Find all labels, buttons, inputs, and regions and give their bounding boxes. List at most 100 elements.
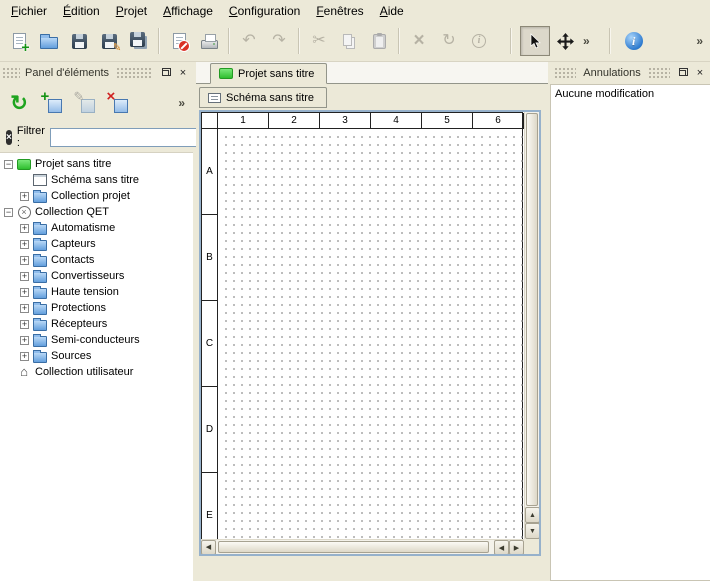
new-file-button[interactable] — [4, 26, 34, 56]
menu-aide[interactable]: Aide — [372, 1, 412, 21]
expander-icon[interactable]: + — [20, 256, 29, 265]
vertical-scrollbar[interactable]: ▲ ▼ — [524, 112, 539, 539]
close-button[interactable]: × — [692, 66, 708, 80]
rotate-button[interactable]: ↻ — [434, 26, 464, 56]
expander-icon[interactable]: + — [20, 192, 29, 201]
row-header: C — [202, 301, 217, 387]
element-info-button[interactable]: i — [464, 26, 494, 56]
tree-item-convertisseurs[interactable]: + Convertisseurs — [0, 268, 193, 284]
clear-filter-icon[interactable]: × — [6, 130, 12, 145]
info-gray-icon: i — [472, 34, 486, 48]
menu-edition[interactable]: Édition — [55, 1, 108, 21]
tree-item-collection-projet[interactable]: + Collection projet — [0, 188, 193, 204]
filter-input[interactable] — [50, 128, 200, 147]
tree-item-protections[interactable]: + Protections — [0, 300, 193, 316]
expander-icon[interactable]: + — [20, 352, 29, 361]
float-button[interactable] — [674, 66, 690, 80]
scroll-left-button[interactable]: ◀ — [201, 540, 216, 555]
cut-button[interactable]: ✂ — [304, 26, 334, 56]
float-button[interactable] — [157, 66, 173, 80]
dock-grip[interactable] — [554, 67, 576, 79]
elements-tree: − Projet sans titre Schéma sans titre + … — [0, 152, 193, 581]
horizontal-scrollbar[interactable]: ◀ ◀ ▶ — [201, 539, 524, 554]
tree-item-label: Projet sans titre — [35, 158, 111, 170]
tree-item-sources[interactable]: + Sources — [0, 348, 193, 364]
undo-button[interactable]: ↶ — [234, 26, 264, 56]
scroll-left-button-2[interactable]: ◀ — [494, 540, 509, 555]
menu-configuration[interactable]: Configuration — [221, 1, 308, 21]
tree-item-label: Haute tension — [51, 286, 119, 298]
tree-item-automatisme[interactable]: + Automatisme — [0, 220, 193, 236]
toolbar-overflow-chevron[interactable]: » — [580, 34, 593, 48]
save-button[interactable] — [64, 26, 94, 56]
menu-fenetres[interactable]: Fenêtres — [308, 1, 371, 21]
cut-icon: ✂ — [312, 33, 325, 49]
about-info-button[interactable]: i — [619, 26, 649, 56]
element-box-icon — [114, 99, 128, 113]
menu-fichier[interactable]: Fichier — [3, 1, 55, 21]
toolbar-overflow-right[interactable]: » — [693, 34, 706, 48]
copy-button[interactable] — [334, 26, 364, 56]
reload-collections-button[interactable]: ↻ — [4, 88, 34, 118]
dock-grip[interactable] — [116, 67, 153, 79]
expander-icon[interactable]: + — [20, 288, 29, 297]
close-file-button[interactable] — [164, 26, 194, 56]
close-file-icon — [173, 33, 186, 49]
tree-item-collection-utilisateur[interactable]: Collection utilisateur — [0, 364, 193, 380]
diagram-canvas[interactable]: 1 2 3 4 5 6 A B C D E — [201, 112, 523, 556]
expander-icon[interactable]: + — [20, 224, 29, 233]
redo-button[interactable]: ↷ — [264, 26, 294, 56]
tree-item-collection-qet[interactable]: − Collection QET — [0, 204, 193, 220]
delete-element-button[interactable]: × — [103, 88, 133, 118]
scroll-right-button[interactable]: ▶ — [509, 540, 524, 555]
tree-item-haute-tension[interactable]: + Haute tension — [0, 284, 193, 300]
save-all-button[interactable] — [124, 26, 154, 56]
info-blue-icon: i — [625, 32, 643, 50]
tree-item-schema-sans-titre[interactable]: Schéma sans titre — [0, 172, 193, 188]
close-icon: × — [697, 68, 703, 79]
expander-icon[interactable]: − — [4, 208, 13, 217]
tab-projet-sans-titre[interactable]: Projet sans titre — [210, 63, 327, 84]
horizontal-scrollbar-thumb[interactable] — [218, 541, 489, 553]
tab-schema-sans-titre[interactable]: Schéma sans titre — [199, 87, 327, 108]
dot-grid — [219, 130, 523, 556]
qelectrotech-window: Fichier Édition Projet Affichage Configu… — [0, 0, 710, 581]
open-file-button[interactable] — [34, 26, 64, 56]
tree-item-capteurs[interactable]: + Capteurs — [0, 236, 193, 252]
expander-icon[interactable]: + — [20, 304, 29, 313]
expander-icon[interactable]: + — [20, 240, 29, 249]
scroll-up-button[interactable]: ▲ — [525, 507, 540, 523]
panel-toolbar-overflow[interactable]: » — [178, 96, 185, 110]
undo-history-list[interactable]: Aucune modification — [550, 84, 710, 581]
expander-icon[interactable]: − — [4, 160, 13, 169]
delete-button[interactable]: × — [404, 26, 434, 56]
tree-item-projet-sans-titre[interactable]: − Projet sans titre — [0, 156, 193, 172]
paste-button[interactable] — [364, 26, 394, 56]
folder-icon — [33, 254, 47, 266]
expander-icon[interactable]: + — [20, 272, 29, 281]
move-tool-button[interactable] — [550, 26, 580, 56]
menu-affichage[interactable]: Affichage — [155, 1, 221, 21]
tree-item-contacts[interactable]: + Contacts — [0, 252, 193, 268]
menu-projet[interactable]: Projet — [108, 1, 155, 21]
column-header: 4 — [371, 113, 422, 129]
print-button[interactable] — [194, 26, 224, 56]
close-button[interactable]: × — [175, 66, 191, 80]
vertical-scrollbar-thumb[interactable] — [526, 113, 538, 506]
scroll-down-button[interactable]: ▼ — [525, 523, 540, 539]
dock-grip[interactable] — [648, 67, 670, 79]
menu-bar: Fichier Édition Projet Affichage Configu… — [0, 0, 710, 21]
save-as-button[interactable]: ✎ — [94, 26, 124, 56]
new-element-button[interactable]: + — [37, 88, 67, 118]
select-tool-button[interactable] — [520, 26, 550, 56]
tree-item-semi-conducteurs[interactable]: + Semi-conducteurs — [0, 332, 193, 348]
dock-grip[interactable] — [2, 67, 20, 79]
project-icon — [17, 158, 31, 170]
rotate-icon: ↻ — [442, 33, 455, 49]
expander-icon[interactable]: + — [20, 320, 29, 329]
expander-icon[interactable]: + — [20, 336, 29, 345]
schema-tab-bar: Schéma sans titre — [196, 84, 548, 108]
edit-element-button[interactable]: ✎ — [70, 88, 100, 118]
tree-item-recepteurs[interactable]: + Récepteurs — [0, 316, 193, 332]
folder-icon — [33, 334, 47, 346]
